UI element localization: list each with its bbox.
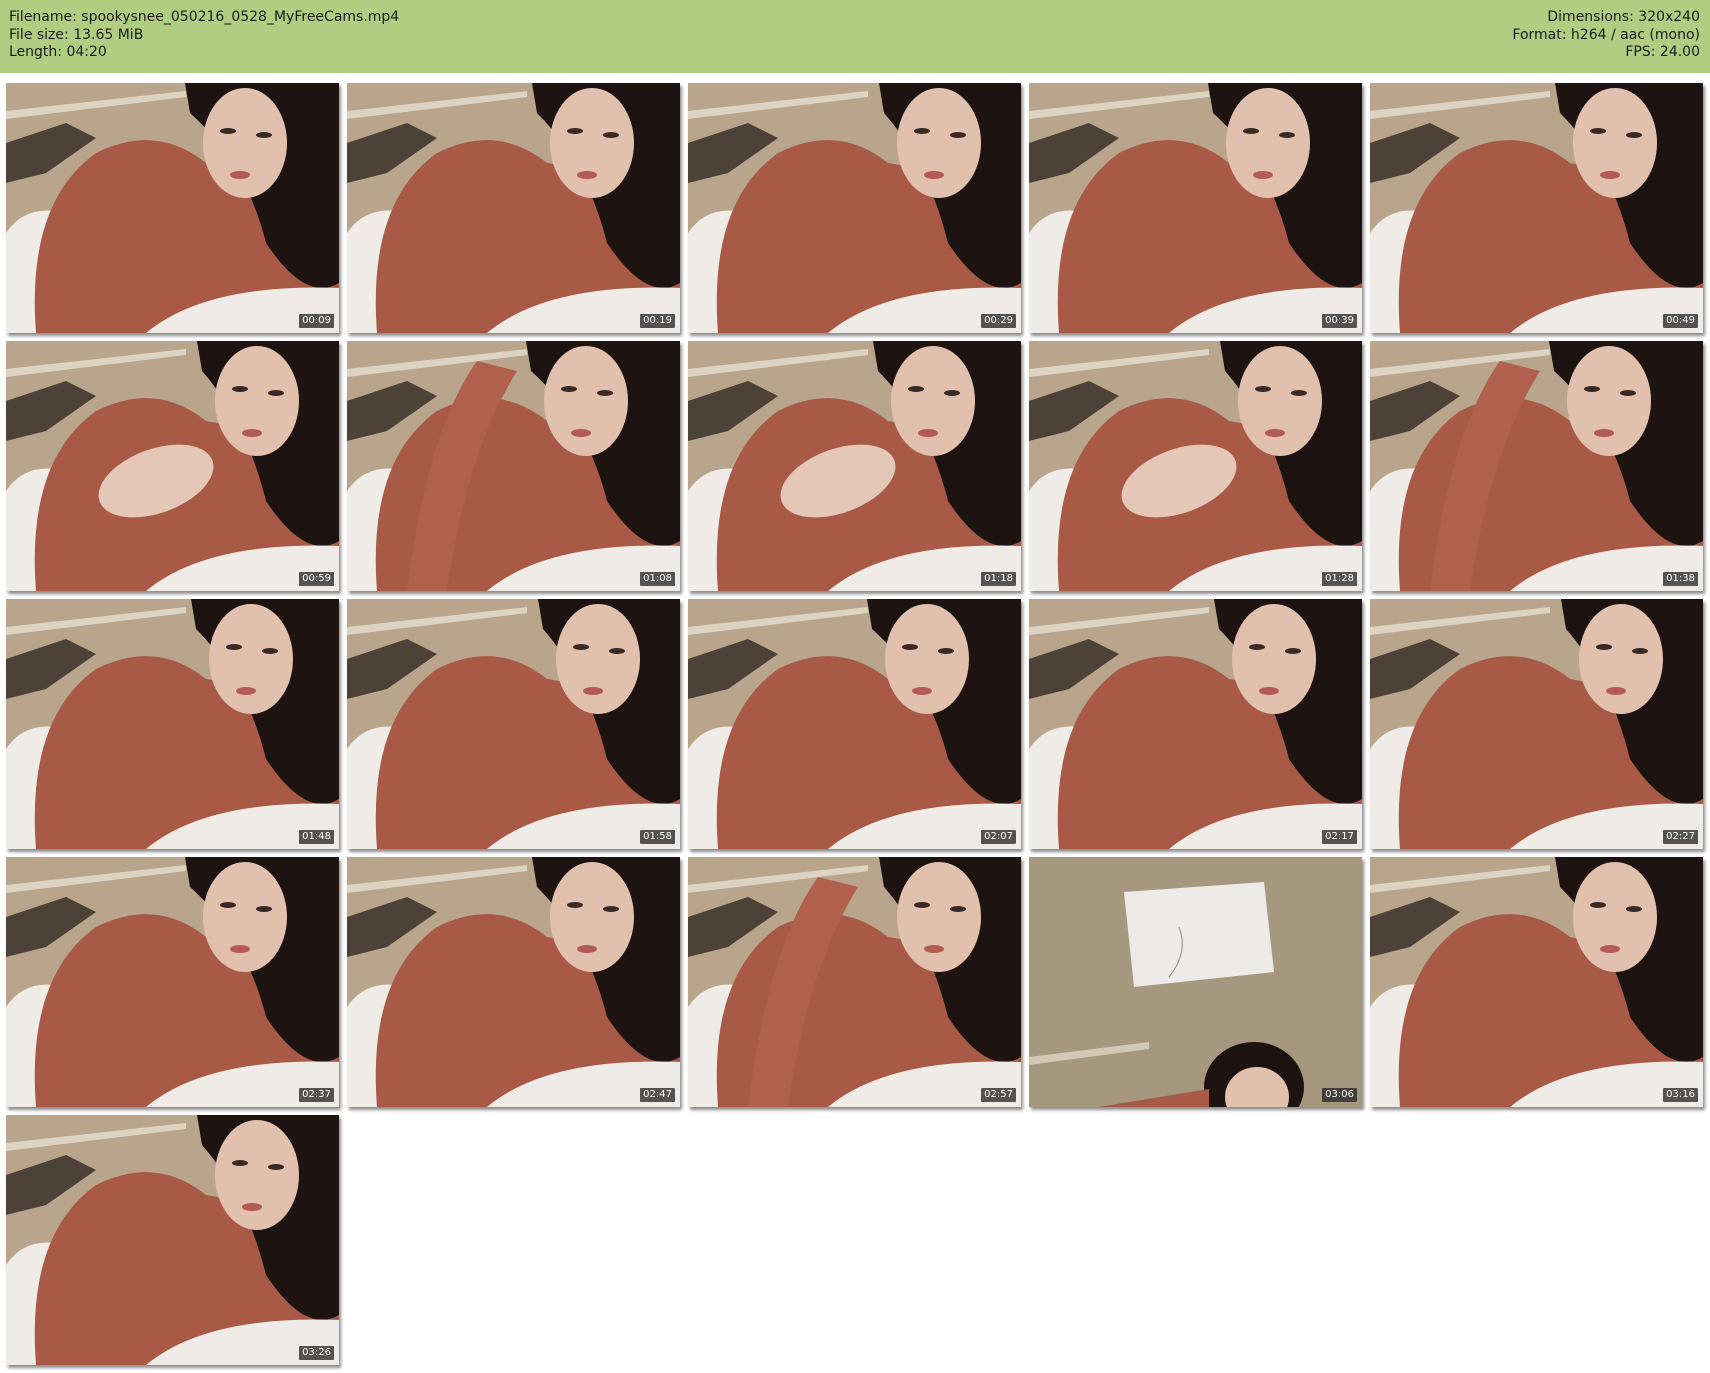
video-thumbnail[interactable]: 02:07 (688, 599, 1021, 849)
video-thumbnail[interactable]: 01:38 (1370, 341, 1703, 591)
timestamp-label: 02:27 (1663, 830, 1698, 844)
frame-image (1370, 341, 1703, 591)
timestamp-label: 01:38 (1663, 572, 1698, 586)
timestamp-label: 00:59 (299, 572, 334, 586)
timestamp-label: 02:37 (299, 1088, 334, 1102)
frame-image (1029, 599, 1362, 849)
video-thumbnail[interactable]: 01:48 (6, 599, 339, 849)
frame-image (1370, 599, 1703, 849)
timestamp-label: 03:26 (299, 1346, 334, 1360)
frame-image (688, 341, 1021, 591)
timestamp-label: 01:08 (640, 572, 675, 586)
video-thumbnail[interactable]: 02:47 (347, 857, 680, 1107)
video-thumbnail[interactable]: 03:26 (6, 1115, 339, 1365)
video-thumbnail[interactable]: 01:18 (688, 341, 1021, 591)
frame-image (347, 599, 680, 849)
video-thumbnail[interactable]: 03:16 (1370, 857, 1703, 1107)
frame-image (6, 341, 339, 591)
video-thumbnail[interactable]: 00:59 (6, 341, 339, 591)
timestamp-label: 00:19 (640, 314, 675, 328)
timestamp-label: 02:17 (1322, 830, 1357, 844)
frame-image (688, 83, 1021, 333)
video-thumbnail[interactable]: 01:58 (347, 599, 680, 849)
frame-image (688, 857, 1021, 1107)
timestamp-label: 01:48 (299, 830, 334, 844)
timestamp-label: 00:09 (299, 314, 334, 328)
frame-image (347, 341, 680, 591)
frame-image (6, 599, 339, 849)
frame-image (6, 857, 339, 1107)
timestamp-label: 02:57 (981, 1088, 1016, 1102)
video-thumbnail[interactable]: 00:09 (6, 83, 339, 333)
video-thumbnail[interactable]: 02:37 (6, 857, 339, 1107)
timestamp-label: 02:47 (640, 1088, 675, 1102)
timestamp-label: 02:07 (981, 830, 1016, 844)
timestamp-label: 00:29 (981, 314, 1016, 328)
frame-image (1370, 857, 1703, 1107)
video-thumbnail[interactable]: 01:28 (1029, 341, 1362, 591)
frame-image (688, 599, 1021, 849)
video-thumbnail[interactable]: 02:27 (1370, 599, 1703, 849)
video-thumbnail[interactable]: 03:06 (1029, 857, 1362, 1107)
timestamp-label: 01:58 (640, 830, 675, 844)
timestamp-label: 00:39 (1322, 314, 1357, 328)
frame-image (1370, 83, 1703, 333)
video-thumbnail[interactable]: 01:08 (347, 341, 680, 591)
timestamp-label: 03:06 (1322, 1088, 1357, 1102)
timestamp-label: 01:18 (981, 572, 1016, 586)
video-thumbnail[interactable]: 00:39 (1029, 83, 1362, 333)
timestamp-label: 00:49 (1663, 314, 1698, 328)
frame-image (1029, 341, 1362, 591)
video-thumbnail[interactable]: 00:29 (688, 83, 1021, 333)
thumbnail-grid: 00:09 00:19 00:29 00:39 00:49 00:59 01:08 01:18… (0, 0, 1710, 1373)
frame-image (347, 83, 680, 333)
frame-image (1029, 83, 1362, 333)
frame-image (6, 83, 339, 333)
video-thumbnail[interactable]: 02:17 (1029, 599, 1362, 849)
video-thumbnail[interactable]: 00:49 (1370, 83, 1703, 333)
timestamp-label: 01:28 (1322, 572, 1357, 586)
video-thumbnail[interactable]: 00:19 (347, 83, 680, 333)
frame-image (6, 1115, 339, 1365)
timestamp-label: 03:16 (1663, 1088, 1698, 1102)
video-thumbnail[interactable]: 02:57 (688, 857, 1021, 1107)
frame-image (1029, 857, 1362, 1107)
frame-image (347, 857, 680, 1107)
